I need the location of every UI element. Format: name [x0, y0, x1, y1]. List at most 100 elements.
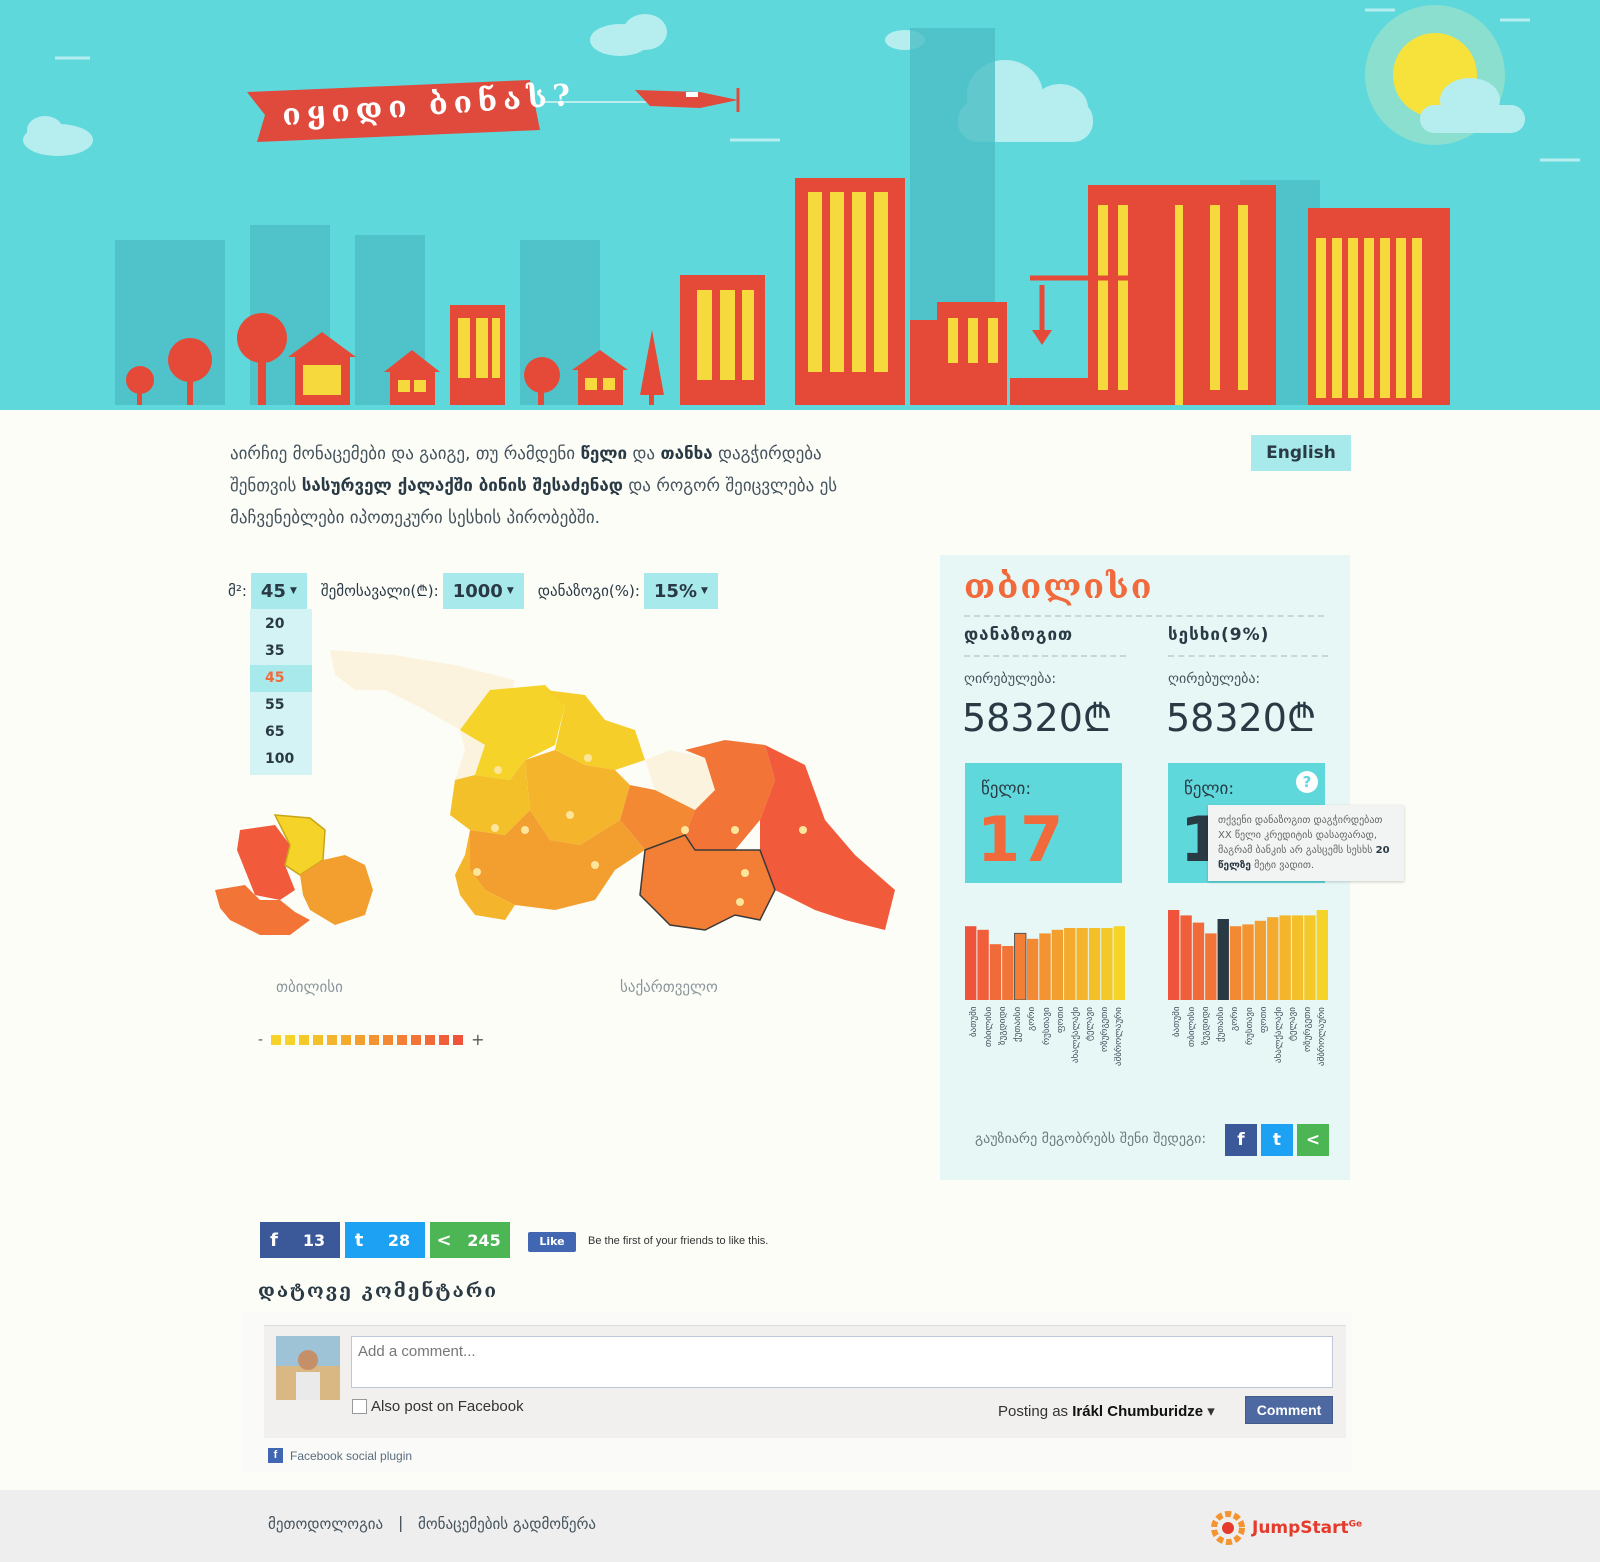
legend-swatch	[327, 1034, 338, 1045]
loan-value-label: ღირებულება:	[1168, 671, 1261, 687]
city-bar[interactable]	[1051, 929, 1064, 1000]
share-count-button[interactable]: <245	[430, 1222, 510, 1258]
savings-value-label: ღირებულება:	[964, 671, 1057, 687]
city-bar[interactable]	[1242, 924, 1254, 1000]
city-bar[interactable]	[1291, 915, 1304, 1000]
legend-swatch	[271, 1034, 282, 1045]
share-result-text: გაუზიარე მეგობრებს შენი შედეგი:	[975, 1131, 1207, 1147]
city-bar[interactable]	[1014, 932, 1027, 1000]
help-icon[interactable]: ?	[1296, 771, 1318, 793]
download-data-link[interactable]: მონაცემების გადმოწერა	[418, 1515, 596, 1533]
bar-label: ფოთი	[1259, 1007, 1270, 1034]
legend-swatch	[313, 1034, 324, 1045]
bar-label: ამბროლაური	[1114, 1007, 1125, 1066]
years-label: წელი:	[981, 779, 1032, 799]
posting-as[interactable]: Posting as Irákl Chumburidze ▾	[998, 1402, 1215, 1420]
facebook-like-button[interactable]: Like	[528, 1232, 576, 1252]
city-bar[interactable]	[965, 926, 977, 1000]
bar-label: რუსთავი	[1041, 1007, 1052, 1045]
legend-minus: -	[258, 1031, 264, 1048]
city-bar[interactable]	[1076, 928, 1088, 1000]
city-bar[interactable]	[1217, 919, 1229, 1000]
intro-part: აირჩიე მონაცემები და გაიგე, თუ რამდენი	[230, 444, 581, 464]
jumpstart-logo[interactable]: JumpStartGe	[1210, 1510, 1362, 1546]
income-label: შემოსავალი(₾):	[320, 582, 439, 600]
area-dropdown[interactable]: 45 ▼	[250, 573, 307, 609]
bar-label: ოზურგეთი	[1099, 1007, 1110, 1053]
legend-swatch	[453, 1034, 464, 1045]
comment-input[interactable]: Add a comment...	[351, 1336, 1333, 1388]
help-tooltip: თქვენი დანაზოგით დაგჭირდებათ XX წელი კრე…	[1208, 805, 1404, 881]
jumpstart-logo-icon	[1211, 1511, 1245, 1545]
bar-label: ფოთი	[1056, 1007, 1067, 1034]
city-bar[interactable]	[1039, 933, 1051, 1000]
bar-label: თბილისი	[1186, 1007, 1197, 1048]
facebook-share-icon[interactable]: f	[1225, 1124, 1257, 1156]
income-dropdown[interactable]: 1000 ▼	[442, 573, 524, 609]
city-bar[interactable]	[1064, 928, 1076, 1000]
bar-label: ახალქალაქი	[1070, 1007, 1081, 1064]
savings-years-box: წელი: 17	[965, 763, 1122, 883]
savings-dropdown[interactable]: 15% ▼	[643, 573, 718, 609]
city-bar[interactable]	[1002, 946, 1014, 1000]
bar-label: ოზურგეთი	[1302, 1007, 1313, 1053]
legend-swatch	[369, 1034, 380, 1045]
city-skyline-illustration	[0, 5, 1600, 410]
savings-column-title: დანაზოგით	[964, 625, 1074, 645]
city-bar[interactable]	[1316, 910, 1328, 1000]
tooltip-text-end: მეტი ვადით.	[1250, 860, 1315, 871]
city-bar[interactable]	[1026, 938, 1039, 1000]
divider	[1168, 655, 1328, 657]
income-value: 1000	[452, 580, 503, 602]
intro-part: და	[627, 444, 661, 464]
plugin-label: Facebook social plugin	[290, 1448, 413, 1463]
share-icon[interactable]: <	[1297, 1124, 1329, 1156]
bar-label: ახალქალაქი	[1273, 1007, 1284, 1064]
legend-plus: +	[471, 1030, 485, 1049]
city-bar[interactable]	[1205, 933, 1217, 1000]
legend-swatch	[397, 1034, 408, 1045]
city-bar[interactable]	[1168, 910, 1180, 1000]
intro-text: აირჩიე მონაცემები და გაიგე, თუ რამდენი წ…	[230, 438, 880, 534]
bar-label: ბათუმი	[969, 1007, 979, 1038]
footer-separator: |	[398, 1513, 404, 1532]
facebook-icon: f	[270, 1229, 278, 1251]
city-bar[interactable]	[977, 929, 989, 1000]
checkbox[interactable]	[352, 1399, 367, 1414]
city-bar[interactable]	[1254, 920, 1267, 1000]
legend-swatch	[355, 1034, 366, 1045]
savings-total-value: 58320₾	[962, 696, 1113, 740]
also-post-checkbox[interactable]: Also post on Facebook	[352, 1398, 524, 1415]
city-bar[interactable]	[1304, 915, 1316, 1000]
facebook-count-button[interactable]: f 13	[260, 1222, 340, 1258]
legend-swatch	[341, 1034, 352, 1045]
city-bar[interactable]	[1279, 915, 1291, 1000]
bar-label: ტელავი	[1288, 1007, 1299, 1041]
area-option[interactable]: 20	[250, 611, 312, 638]
twitter-share-icon[interactable]: t	[1261, 1124, 1293, 1156]
city-bar[interactable]	[1088, 928, 1101, 1000]
user-name: Irákl Chumburidze	[1072, 1403, 1204, 1420]
city-bar[interactable]	[1229, 926, 1242, 1000]
map-region[interactable]	[760, 745, 895, 930]
divider	[964, 615, 1324, 617]
legend-swatch	[299, 1034, 310, 1045]
english-language-button[interactable]: English	[1251, 435, 1351, 471]
tooltip-text: თქვენი დანაზოგით დაგჭირდებათ XX წელი კრე…	[1218, 815, 1383, 856]
methodology-link[interactable]: მეთოდოლოგია	[268, 1515, 383, 1533]
city-bar[interactable]	[1192, 922, 1205, 1000]
city-bar[interactable]	[989, 944, 1002, 1000]
caret-down-icon: ▾	[1207, 1403, 1215, 1420]
share-count: 245	[467, 1230, 501, 1250]
bar-label: რუსთავი	[1244, 1007, 1255, 1045]
twitter-icon: t	[354, 1229, 364, 1251]
savings-years-value: 17	[977, 803, 1064, 876]
comment-submit-button[interactable]: Comment	[1245, 1396, 1333, 1424]
city-bar[interactable]	[1101, 928, 1113, 1000]
bar-label: გორი	[1027, 1007, 1038, 1032]
city-bar[interactable]	[1180, 915, 1192, 1000]
map-region-hovered[interactable]	[639, 834, 776, 931]
city-bar[interactable]	[1267, 917, 1279, 1000]
city-bar[interactable]	[1113, 926, 1125, 1000]
twitter-count-button[interactable]: t 28	[345, 1222, 425, 1258]
